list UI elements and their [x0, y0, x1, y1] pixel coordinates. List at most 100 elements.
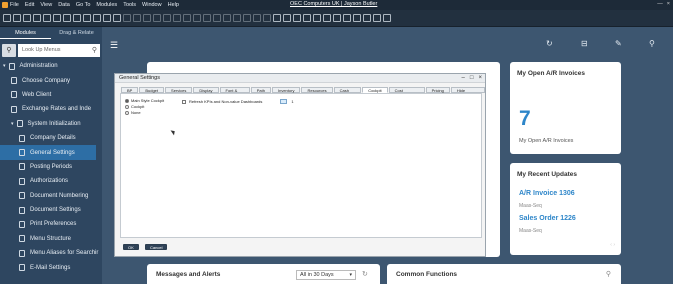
ar-invoices-card[interactable]: My Open A/R Invoices 7 My Open A/R Invoi…	[510, 62, 621, 154]
preview-icon[interactable]	[13, 14, 21, 22]
cockpit-icon[interactable]	[343, 14, 351, 22]
settings-icon[interactable]: ⚲	[606, 270, 611, 278]
refresh-kpis-checkbox[interactable]	[182, 99, 186, 104]
sidebar-item[interactable]: E-Mail Settings	[0, 260, 102, 274]
close-icon[interactable]: ×	[478, 74, 482, 83]
menu-data[interactable]: Data	[58, 2, 70, 8]
tab-modules[interactable]: Modules	[0, 27, 51, 39]
sort-icon[interactable]	[183, 14, 191, 22]
recent-item-link[interactable]: A/R Invoice 1306	[519, 190, 575, 197]
refresh-record-icon[interactable]	[163, 14, 171, 22]
minimize-icon[interactable]: –	[462, 74, 465, 83]
sidebar-item[interactable]: Web Client	[0, 88, 102, 102]
refresh-messages-icon[interactable]: ↻	[362, 270, 368, 278]
sidebar-item[interactable]: Menu Aliases for Searchir	[0, 246, 102, 260]
messages-icon[interactable]	[293, 14, 301, 22]
option-main-style-cockpit[interactable]: Main Style Cockpit	[125, 98, 164, 103]
menu-edit[interactable]: Edit	[25, 2, 34, 8]
cockpit-toggle-icon[interactable]: ⊟	[581, 39, 588, 48]
close-button[interactable]: ×	[667, 1, 670, 7]
refresh-icon[interactable]: ↻	[546, 39, 553, 48]
sidebar-item[interactable]: Company Details	[0, 131, 102, 145]
filter-icon[interactable]	[173, 14, 181, 22]
search-icon[interactable]: ⚲	[649, 39, 655, 48]
recent-item-meta: Maas-Seq	[519, 203, 542, 209]
target-document-icon[interactable]	[203, 14, 211, 22]
radio-icon[interactable]	[125, 98, 129, 103]
menu-window[interactable]: Window	[142, 2, 162, 8]
export-word-icon[interactable]	[73, 14, 81, 22]
dashboard-icon[interactable]	[353, 14, 361, 22]
sidebar-item[interactable]: Document Settings	[0, 203, 102, 217]
layout-designer-icon[interactable]	[253, 14, 261, 22]
search-icon[interactable]: ⚲	[92, 44, 97, 57]
sidebar-item[interactable]: Print Preferences	[0, 217, 102, 231]
transaction-journal-icon[interactable]	[243, 14, 251, 22]
menu-file[interactable]: File	[10, 2, 19, 8]
tab-drag-relate[interactable]: Drag & Relate	[51, 27, 102, 39]
previous-record-icon[interactable]	[133, 14, 141, 22]
recent-item-link[interactable]: Sales Order 1226	[519, 215, 576, 222]
sidebar-item[interactable]: General Settings	[0, 145, 96, 160]
print-icon[interactable]	[3, 14, 11, 22]
menu-view[interactable]: View	[40, 2, 52, 8]
radio-icon[interactable]	[125, 104, 129, 109]
sidebar-item[interactable]: ▾ System Initialization	[0, 117, 102, 131]
user-settings-icon[interactable]	[333, 14, 341, 22]
volume-weight-icon[interactable]	[233, 14, 241, 22]
next-record-icon[interactable]	[143, 14, 151, 22]
menu-goto[interactable]: Go To	[76, 2, 91, 8]
document-icon	[8, 62, 15, 70]
chevron-down-icon[interactable]: ▾	[3, 63, 6, 69]
fax-icon[interactable]	[43, 14, 51, 22]
search-toggle-icon[interactable]: ⚲	[2, 44, 16, 57]
calendar-icon[interactable]	[283, 14, 291, 22]
sidebar-item[interactable]: Exchange Rates and Inde	[0, 102, 102, 116]
payment-means-icon[interactable]	[223, 14, 231, 22]
menu-modules[interactable]: Modules	[96, 2, 117, 8]
calculator-icon[interactable]	[273, 14, 281, 22]
email-icon[interactable]	[23, 14, 31, 22]
gross-profit-icon[interactable]	[213, 14, 221, 22]
sidebar-item[interactable]: Menu Structure	[0, 232, 102, 246]
menu-tools[interactable]: Tools	[123, 2, 136, 8]
sidebar-item[interactable]: Authorizations	[0, 174, 102, 188]
menu-search-input[interactable]: Look Up Menus ⚲	[18, 44, 100, 57]
radio-icon[interactable]	[125, 110, 129, 115]
option-none[interactable]: None	[125, 110, 141, 115]
export-pdf-icon[interactable]	[53, 14, 61, 22]
first-record-icon[interactable]	[123, 14, 131, 22]
launch-icon[interactable]	[83, 14, 91, 22]
form-settings-icon[interactable]	[263, 14, 271, 22]
refresh-interval-field[interactable]	[280, 99, 288, 104]
find-icon[interactable]	[103, 14, 111, 22]
lock-screen-icon[interactable]	[93, 14, 101, 22]
ok-button[interactable]: OK	[123, 244, 139, 250]
help-icon[interactable]	[323, 14, 331, 22]
sidebar-item[interactable]: ▾ Administration	[0, 59, 102, 73]
pager-arrows-icon[interactable]: ‹ ›	[610, 242, 615, 248]
alerts-icon[interactable]	[303, 14, 311, 22]
sms-icon[interactable]	[33, 14, 41, 22]
base-document-icon[interactable]	[193, 14, 201, 22]
ui-settings-icon[interactable]	[313, 14, 321, 22]
maximize-icon[interactable]: □	[470, 74, 474, 83]
edit-pencil-icon[interactable]: ✎	[615, 39, 622, 48]
menu-help[interactable]: Help	[168, 2, 179, 8]
sidebar-item[interactable]: Choose Company	[0, 73, 102, 87]
minimize-button[interactable]: —	[657, 1, 663, 7]
sidebar-item[interactable]: Document Numbering	[0, 189, 102, 203]
chevron-down-icon[interactable]: ▾	[11, 121, 14, 127]
last-record-icon[interactable]	[153, 14, 161, 22]
option-cockpit[interactable]: Cockpit	[125, 104, 144, 109]
query-icon[interactable]	[373, 14, 381, 22]
date-range-select[interactable]: All in 30 Days ▾	[296, 270, 356, 280]
widget-icon[interactable]	[363, 14, 371, 22]
add-icon[interactable]	[113, 14, 121, 22]
sidebar-item[interactable]: Posting Periods	[0, 160, 102, 174]
cancel-button[interactable]: Cancel	[145, 244, 168, 250]
info-icon[interactable]	[383, 14, 391, 22]
hamburger-menu-icon[interactable]: ☰	[110, 40, 118, 51]
export-excel-icon[interactable]	[63, 14, 71, 22]
ar-invoices-count[interactable]: 7	[519, 107, 531, 131]
